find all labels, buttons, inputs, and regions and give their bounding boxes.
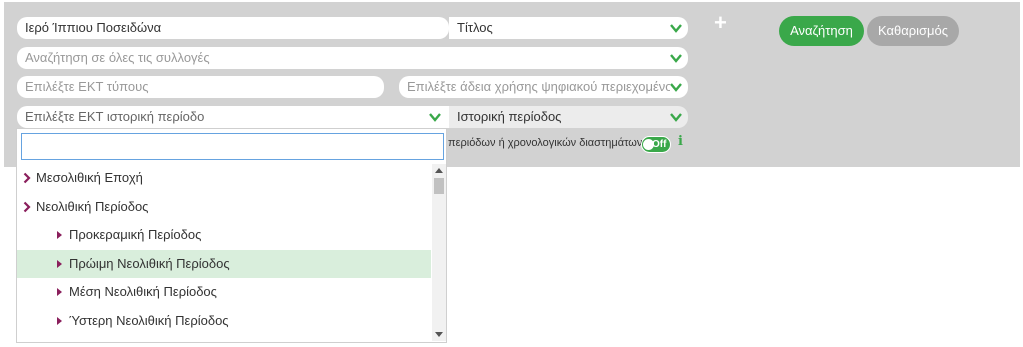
periods-note: περιόδων ή χρονολογικών διαστημάτων xyxy=(448,137,643,149)
keyword-input[interactable]: Ιερό Ίππιου Ποσειδώνα xyxy=(17,17,449,39)
keyword-input-value: Ιερό Ίππιου Ποσειδώνα xyxy=(25,20,162,35)
period-list-item[interactable]: Προκεραμική Περίοδος xyxy=(17,221,431,250)
scrollbar-thumb[interactable] xyxy=(434,178,444,194)
period-list-item-label: Μεσολιθική Εποχή xyxy=(36,170,143,185)
caret-right-icon[interactable] xyxy=(57,307,63,346)
period-list-item-label: Πρώιμη Νεολιθική Περίοδος xyxy=(69,255,230,271)
period-list-item[interactable]: Μέση Νεολιθική Περίοδος xyxy=(17,278,431,307)
period-list-item-label: Προκεραμική Περίοδος xyxy=(69,227,202,242)
period-list-item[interactable]: Νεολιθική Περίοδος xyxy=(17,193,431,222)
period-list-item-label: Ύστερη Νεολιθική Περίοδος xyxy=(69,312,229,328)
dropdown-search-input[interactable] xyxy=(21,133,444,160)
scroll-down-arrow-icon[interactable] xyxy=(435,332,443,337)
add-field-icon[interactable]: + xyxy=(714,12,727,34)
period-list: Μεσολιθική Εποχή Νεολιθική Περίοδος Προκερ… xyxy=(17,164,431,335)
period-dropdown: Μεσολιθική Εποχή Νεολιθική Περίοδος Προκερ… xyxy=(16,128,447,343)
collections-select[interactable]: Αναζήτηση σε όλες τις συλλογές xyxy=(17,47,688,69)
license-placeholder: Επιλέξτε άδεια χρήσης ψηφιακού περιεχομέ… xyxy=(407,79,680,94)
chevron-down-icon xyxy=(670,111,682,123)
scroll-up-arrow-icon[interactable] xyxy=(435,168,443,173)
period-list-item-label: Νεολιθική Περίοδος xyxy=(36,198,149,214)
clear-button[interactable]: Καθαρισμός xyxy=(867,16,959,46)
license-select[interactable]: Επιλέξτε άδεια χρήσης ψηφιακού περιεχομέ… xyxy=(399,76,688,98)
period-list-item-label: Μέση Νεολιθική Περίοδος xyxy=(69,284,217,299)
period-input[interactable]: Επιλέξτε ΕΚΤ ιστορική περίοδο xyxy=(17,106,449,128)
scrollbar[interactable] xyxy=(432,164,446,341)
ekt-type-input[interactable]: Επιλέξτε ΕΚΤ τύπους xyxy=(17,76,384,98)
period-type-select[interactable]: Ιστορική περίοδος xyxy=(449,106,688,128)
ekt-type-placeholder: Επιλέξτε ΕΚΤ τύπους xyxy=(25,79,149,94)
period-list-item[interactable]: Πρώιμη Νεολιθική Περίοδος xyxy=(17,249,431,278)
period-placeholder: Επιλέξτε ΕΚΤ ιστορική περίοδο xyxy=(25,109,205,124)
search-button[interactable]: Αναζήτηση xyxy=(779,16,864,46)
chevron-down-icon xyxy=(670,81,682,93)
chevron-down-icon xyxy=(670,52,682,64)
collections-placeholder: Αναζήτηση σε όλες τις συλλογές xyxy=(25,50,210,65)
info-icon[interactable]: i xyxy=(678,134,683,149)
period-list-item[interactable]: Ύστερη Νεολιθική Περίοδος xyxy=(17,307,431,336)
chevron-down-icon xyxy=(670,22,682,34)
chevron-down-icon xyxy=(429,111,441,123)
field-select-value: Τίτλος xyxy=(457,20,493,35)
periods-toggle[interactable]: Off xyxy=(641,136,671,153)
period-type-value: Ιστορική περίοδος xyxy=(457,109,562,124)
period-list-item[interactable]: Μεσολιθική Εποχή xyxy=(17,164,431,193)
field-select[interactable]: Τίτλος xyxy=(449,17,688,39)
toggle-label: Off xyxy=(652,139,667,150)
